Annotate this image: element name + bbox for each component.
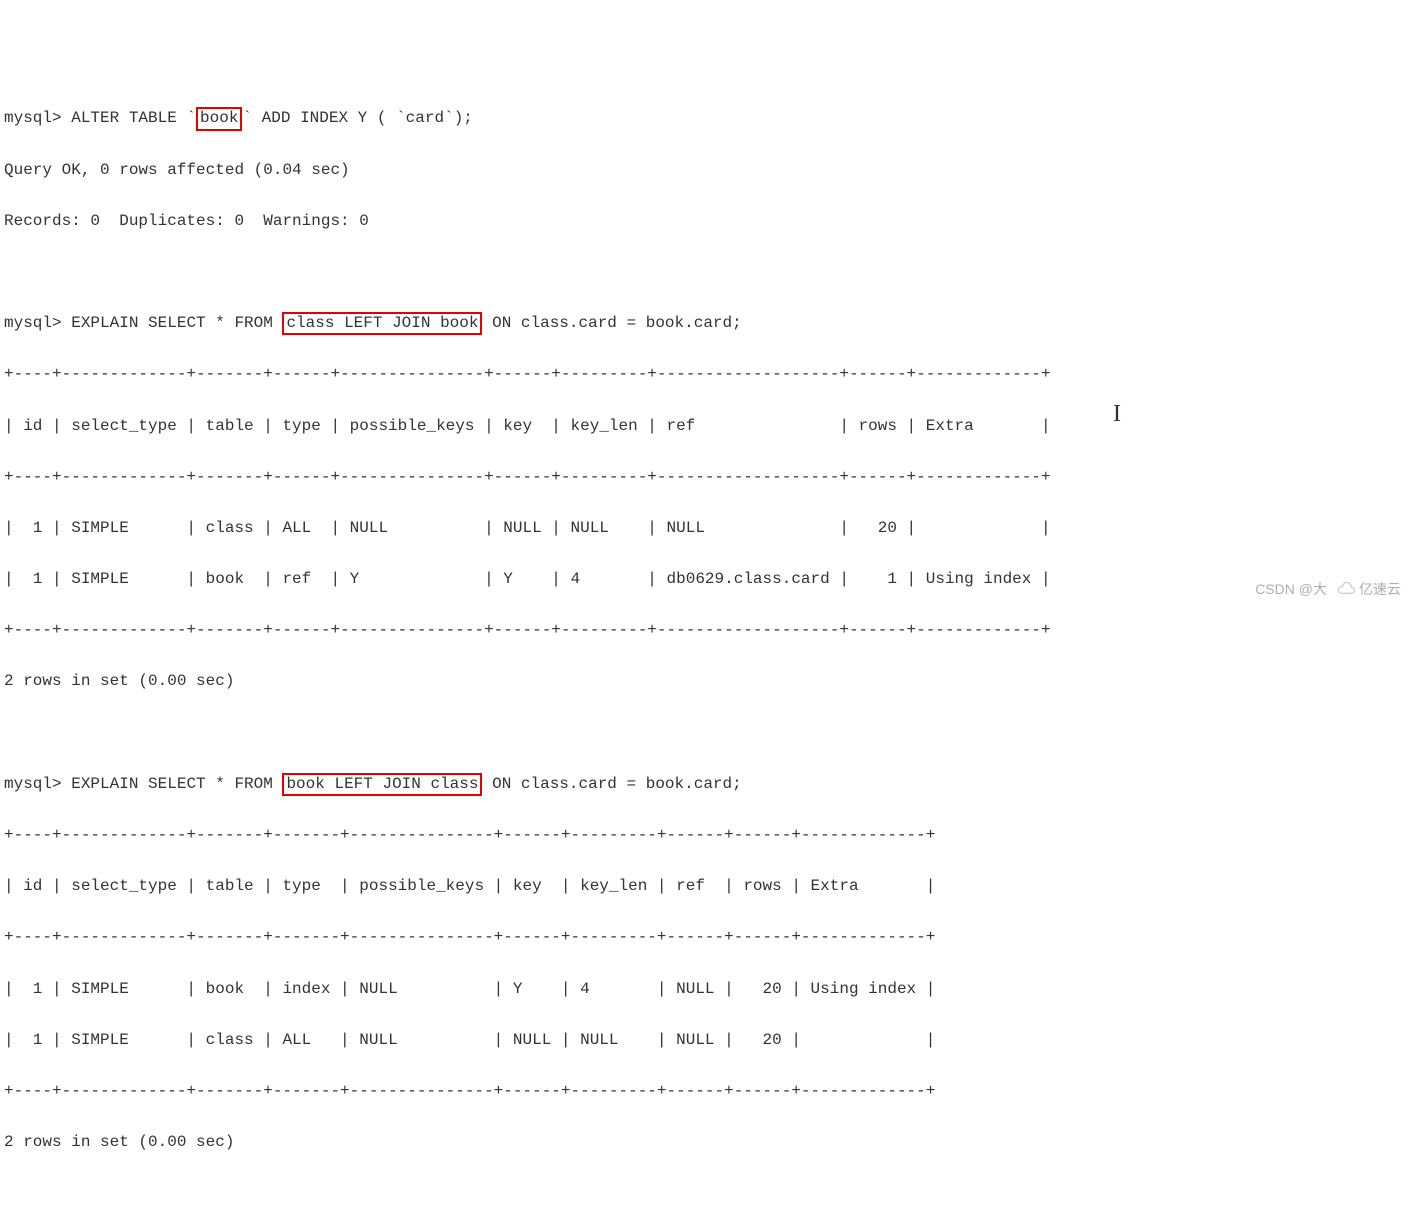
watermark-yisu-text: 亿速云 bbox=[1359, 578, 1401, 600]
watermark-csdn: CSDN @大 bbox=[1255, 578, 1327, 600]
highlight-book: book bbox=[196, 107, 242, 130]
explain2-line: mysql> EXPLAIN SELECT * FROM book LEFT J… bbox=[4, 772, 1407, 798]
mysql-prompt: mysql> bbox=[4, 314, 71, 332]
table2-footer: 2 rows in set (0.00 sec) bbox=[4, 1130, 1407, 1156]
mysql-prompt: mysql> bbox=[4, 775, 71, 793]
blank-line bbox=[4, 721, 1407, 747]
table1-footer: 2 rows in set (0.00 sec) bbox=[4, 669, 1407, 695]
cloud-icon bbox=[1335, 582, 1357, 596]
table2-sep-bot: +----+-------------+-------+-------+----… bbox=[4, 1079, 1407, 1105]
watermark: CSDN @大 亿速云 bbox=[1255, 578, 1401, 600]
table2-row2: | 1 | SIMPLE | class | ALL | NULL | NULL… bbox=[4, 1028, 1407, 1054]
mysql-prompt: mysql> bbox=[4, 109, 71, 127]
table1-row1: | 1 | SIMPLE | class | ALL | NULL | NULL… bbox=[4, 516, 1407, 542]
alter-table-line: mysql> ALTER TABLE `book` ADD INDEX Y ( … bbox=[4, 106, 1407, 132]
table1-sep-mid: +----+-------------+-------+------+-----… bbox=[4, 465, 1407, 491]
table1-row2: | 1 | SIMPLE | book | ref | Y | Y | 4 | … bbox=[4, 567, 1407, 593]
highlight-class-left-join-book: class LEFT JOIN book bbox=[282, 312, 482, 335]
explain1-line: mysql> EXPLAIN SELECT * FROM class LEFT … bbox=[4, 311, 1407, 337]
table1-header: | id | select_type | table | type | poss… bbox=[4, 414, 1407, 440]
table1-sep-top: +----+-------------+-------+------+-----… bbox=[4, 362, 1407, 388]
table2-sep-top: +----+-------------+-------+-------+----… bbox=[4, 823, 1407, 849]
highlight-book-left-join-class: book LEFT JOIN class bbox=[282, 773, 482, 796]
query-ok-line: Query OK, 0 rows affected (0.04 sec) bbox=[4, 158, 1407, 184]
records-line: Records: 0 Duplicates: 0 Warnings: 0 bbox=[4, 209, 1407, 235]
table2-row1: | 1 | SIMPLE | book | index | NULL | Y |… bbox=[4, 977, 1407, 1003]
blank-line bbox=[4, 260, 1407, 286]
watermark-yisu-logo: 亿速云 bbox=[1335, 578, 1401, 600]
table2-sep-mid: +----+-------------+-------+-------+----… bbox=[4, 925, 1407, 951]
table2-header: | id | select_type | table | type | poss… bbox=[4, 874, 1407, 900]
table1-sep-bot: +----+-------------+-------+------+-----… bbox=[4, 618, 1407, 644]
